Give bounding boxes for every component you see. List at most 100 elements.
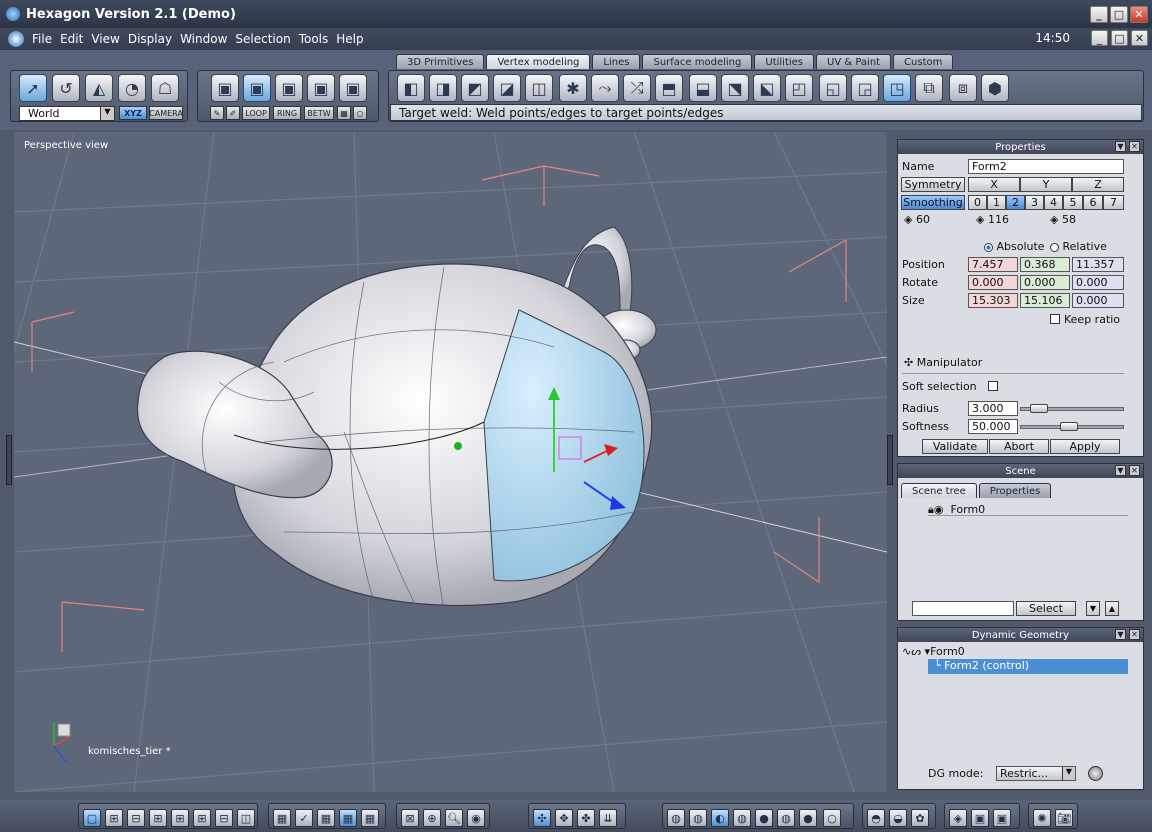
bevel-icon[interactable]: ◨ bbox=[429, 74, 457, 102]
light-b-icon[interactable]: ◒ bbox=[889, 809, 907, 827]
dig-icon[interactable]: ⬒ bbox=[655, 74, 683, 102]
dg-mode-dropdown[interactable]: Restric... ▼ bbox=[996, 766, 1076, 781]
size-x-field[interactable]: 15.303 bbox=[968, 293, 1018, 308]
stitch-icon[interactable]: ⧈ bbox=[949, 74, 977, 102]
center-icon[interactable]: ⊕ bbox=[423, 809, 441, 827]
menu-selection[interactable]: Selection bbox=[235, 32, 290, 46]
left-panel-handle[interactable] bbox=[6, 435, 12, 485]
tab-scene-properties[interactable]: Properties bbox=[978, 483, 1052, 498]
tab-3d-primitives[interactable]: 3D Primitives bbox=[396, 54, 485, 69]
position-x-field[interactable]: 7.457 bbox=[968, 257, 1018, 272]
quad-view-icon[interactable]: ⊞ bbox=[105, 809, 123, 827]
flat-shade-icon[interactable]: ◐ bbox=[711, 809, 729, 827]
collapse-icon[interactable]: ◲ bbox=[851, 74, 879, 102]
size-z-field[interactable]: 0.000 bbox=[1072, 293, 1124, 308]
scene-collapse-icon[interactable]: ▼ bbox=[1115, 465, 1126, 476]
validate-button[interactable]: Validate bbox=[922, 439, 988, 454]
menu-file[interactable]: File bbox=[32, 32, 52, 46]
slice-icon[interactable]: ◫ bbox=[525, 74, 553, 102]
panel-close-icon[interactable]: ✕ bbox=[1129, 141, 1140, 152]
select-button[interactable]: Select bbox=[1016, 601, 1076, 616]
perspective-viewport[interactable]: Perspective view komisches_tier * bbox=[14, 132, 887, 792]
edge-mode-icon[interactable]: ▣ bbox=[275, 74, 303, 102]
scroll-down-icon[interactable]: ▼ bbox=[1086, 601, 1100, 616]
point-mode-icon[interactable]: ▣ bbox=[307, 74, 335, 102]
axis-y-button[interactable]: Y bbox=[1020, 177, 1072, 192]
lasso-icon[interactable]: ↺ bbox=[52, 74, 80, 102]
rotate-y-field[interactable]: 0.000 bbox=[1020, 275, 1070, 290]
relative-radio[interactable]: Relative bbox=[1050, 240, 1107, 253]
camera-icon[interactable]: 📷︎ bbox=[1055, 809, 1073, 827]
brush-icon[interactable]: ✐ bbox=[226, 106, 240, 120]
delete-face-icon[interactable]: ◰ bbox=[785, 74, 813, 102]
tesselate-icon[interactable]: ✱ bbox=[559, 74, 587, 102]
divide-icon[interactable]: ⬕ bbox=[753, 74, 781, 102]
smooth-wire-icon[interactable]: ◍ bbox=[777, 809, 795, 827]
scene-search-input[interactable] bbox=[912, 601, 1014, 616]
menu-edit[interactable]: Edit bbox=[60, 32, 83, 46]
smooth-level-3[interactable]: 3 bbox=[1025, 195, 1044, 210]
rotate-z-field[interactable]: 0.000 bbox=[1072, 275, 1124, 290]
grid-plane-icon[interactable]: ▦ bbox=[339, 809, 357, 827]
select-arrow-icon[interactable]: ➚ bbox=[19, 74, 47, 102]
light-bulb-icon[interactable]: ✺ bbox=[1033, 809, 1051, 827]
smooth-level-4[interactable]: 4 bbox=[1044, 195, 1063, 210]
softness-slider-knob[interactable] bbox=[1059, 422, 1078, 431]
snap-icon[interactable]: ✓ bbox=[295, 809, 313, 827]
inflate-icon[interactable]: ◪ bbox=[493, 74, 521, 102]
tab-utilities[interactable]: Utilities bbox=[754, 54, 815, 69]
smooth-level-1[interactable]: 1 bbox=[987, 195, 1006, 210]
betw-button[interactable]: BETW bbox=[304, 106, 334, 120]
wire-hidden-icon[interactable]: ◍ bbox=[689, 809, 707, 827]
smooth-level-7[interactable]: 7 bbox=[1103, 195, 1124, 210]
dg-sphere-icon[interactable] bbox=[1088, 766, 1103, 781]
keep-ratio-checkbox[interactable] bbox=[1050, 314, 1060, 324]
menu-window[interactable]: Window bbox=[180, 32, 227, 46]
face-mode-icon[interactable]: ▣ bbox=[243, 74, 271, 102]
menu-help[interactable]: Help bbox=[336, 32, 363, 46]
soft-selection-checkbox[interactable] bbox=[988, 381, 998, 391]
dolly-icon[interactable]: ✤ bbox=[577, 809, 595, 827]
panel-collapse-icon[interactable]: ▼ bbox=[1115, 141, 1126, 152]
object-mode-icon[interactable]: ▣ bbox=[211, 74, 239, 102]
tab-custom[interactable]: Custom bbox=[893, 54, 954, 69]
doc-close-button[interactable]: ✕ bbox=[1131, 30, 1148, 46]
smooth-icon[interactable]: ⬔ bbox=[721, 74, 749, 102]
smooth-level-6[interactable]: 6 bbox=[1083, 195, 1103, 210]
dyn-root-item[interactable]: ∿ᔕ ▾Form0 bbox=[902, 645, 965, 658]
smooth-shade-icon[interactable]: ● bbox=[755, 809, 773, 827]
weld-icon[interactable]: ⤳ bbox=[591, 74, 619, 102]
axis-x-button[interactable]: X bbox=[968, 177, 1020, 192]
maximize-button[interactable]: □ bbox=[1110, 6, 1128, 23]
weld-points-icon[interactable]: ◳ bbox=[883, 74, 911, 102]
grid-settings-icon[interactable]: ▦ bbox=[361, 809, 379, 827]
target-weld-icon[interactable]: ◱ bbox=[819, 74, 847, 102]
teapot-model[interactable] bbox=[136, 226, 657, 611]
minimize-button[interactable]: _ bbox=[1090, 6, 1108, 23]
smoothing-button[interactable]: Smoothing bbox=[901, 195, 965, 210]
tab-vertex-modeling[interactable]: Vertex modeling bbox=[486, 54, 591, 69]
smooth-level-2[interactable]: 2 bbox=[1006, 195, 1025, 210]
abort-button[interactable]: Abort bbox=[989, 439, 1049, 454]
symmetry-button[interactable]: Symmetry bbox=[901, 177, 965, 192]
ring-button[interactable]: RING bbox=[273, 106, 301, 120]
dyn-close-icon[interactable]: ✕ bbox=[1129, 629, 1140, 640]
scene-close-icon[interactable]: ✕ bbox=[1129, 465, 1140, 476]
tab-scene-tree[interactable]: Scene tree bbox=[901, 483, 977, 498]
menu-display[interactable]: Display bbox=[128, 32, 172, 46]
doc-minimize-button[interactable]: _ bbox=[1091, 30, 1108, 46]
shrink-selection-icon[interactable]: ○ bbox=[353, 106, 367, 120]
split-3b-view-icon[interactable]: ⊞ bbox=[149, 809, 167, 827]
cut-icon[interactable]: ⬓ bbox=[689, 74, 717, 102]
smooth-level-0[interactable]: 0 bbox=[968, 195, 987, 210]
axis-z-button[interactable]: Z bbox=[1072, 177, 1124, 192]
single-view-icon[interactable]: ▢ bbox=[83, 809, 101, 827]
radius-field[interactable]: 3.000 bbox=[968, 401, 1018, 416]
light-a-icon[interactable]: ◓ bbox=[867, 809, 885, 827]
split-3-view-icon[interactable]: ⊟ bbox=[127, 809, 145, 827]
menu-tools[interactable]: Tools bbox=[299, 32, 329, 46]
close-button[interactable]: ✕ bbox=[1130, 6, 1148, 23]
xyz-toggle[interactable]: XYZ bbox=[119, 106, 147, 120]
tab-lines[interactable]: Lines bbox=[592, 54, 641, 69]
wire-sphere-icon[interactable]: ◍ bbox=[667, 809, 685, 827]
